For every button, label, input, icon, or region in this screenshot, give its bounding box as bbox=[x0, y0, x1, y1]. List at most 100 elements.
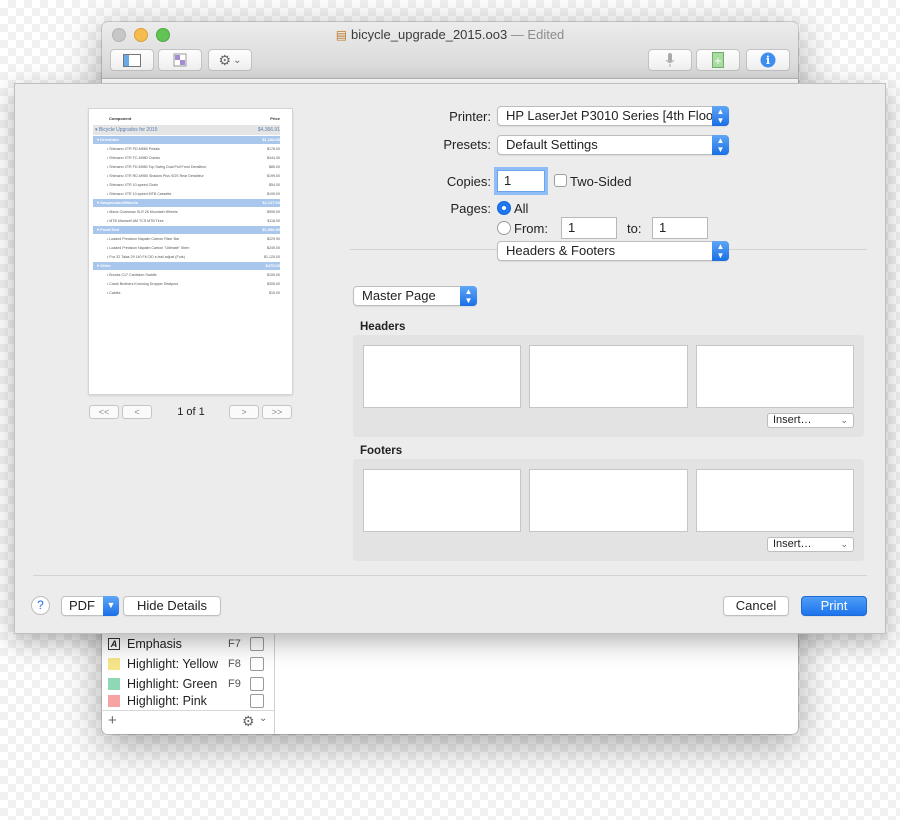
style-shortcut: F9 bbox=[228, 678, 241, 690]
preview-row-text: • Shimano XTR 10-speed Chain bbox=[107, 183, 158, 187]
pages-all-radio[interactable] bbox=[497, 201, 511, 215]
attachment-button[interactable]: + bbox=[696, 49, 740, 71]
preview-category-row: ▾ Suspension/Wheels $1,117.00 bbox=[93, 199, 280, 207]
chevron-down-icon: ▼ bbox=[103, 596, 119, 616]
emphasis-swatch-icon: A bbox=[108, 638, 120, 650]
preview-row-text: • MTB Maxxsell AM TCS MTB Tires bbox=[107, 219, 164, 223]
two-sided-checkbox[interactable] bbox=[554, 174, 567, 187]
svg-text:i: i bbox=[766, 54, 770, 67]
header-right-field[interactable] bbox=[696, 345, 854, 408]
sidebar-toggle-button[interactable] bbox=[110, 49, 154, 71]
preview-pager: << < 1 of 1 > >> bbox=[89, 405, 292, 421]
style-checkbox[interactable] bbox=[250, 657, 264, 671]
style-checkbox[interactable] bbox=[250, 694, 264, 708]
preview-row-text: • Shimano XTR FD-M980 Top Swing Dual Pul… bbox=[107, 165, 207, 169]
pages-to-field[interactable]: 1 bbox=[652, 217, 708, 239]
preview-row-price: $118.00 bbox=[267, 219, 280, 223]
chevron-down-icon: ⌄ bbox=[840, 539, 848, 549]
preview-row-price: $999.00 bbox=[267, 210, 280, 214]
add-style-button[interactable]: + bbox=[108, 712, 117, 729]
style-button[interactable] bbox=[158, 49, 202, 71]
header-left-field[interactable] bbox=[363, 345, 521, 408]
document-icon: ▤ bbox=[335, 28, 348, 42]
style-label: Highlight: Pink bbox=[127, 694, 207, 708]
preview-row-text: • Loaded Precision Napalm Carbon "Ultima… bbox=[107, 246, 190, 250]
section-value: Headers & Footers bbox=[506, 243, 616, 258]
preview-row-text: • Shimano XTR 10-speed MTB Cassette bbox=[107, 192, 172, 196]
pages-all-label: All bbox=[514, 201, 529, 216]
pages-from-label: From: bbox=[514, 221, 548, 236]
gear-icon[interactable]: ⚙ bbox=[242, 713, 255, 730]
hide-details-button[interactable]: Hide Details bbox=[123, 596, 221, 616]
headers-title: Headers bbox=[360, 321, 406, 333]
print-button[interactable]: Print bbox=[801, 596, 867, 616]
preview-item-row: • Brooks C17 Cambium Saddle $155.00 bbox=[93, 271, 280, 279]
help-button[interactable]: ? bbox=[31, 596, 50, 615]
document-content: A Emphasis F7 Highlight: Yellow F8 Highl… bbox=[102, 622, 798, 734]
preview-row-price: $229.90 bbox=[267, 237, 280, 241]
footer-left-field[interactable] bbox=[363, 469, 521, 532]
presets-value: Default Settings bbox=[506, 137, 598, 152]
preview-row-price: $305.00 bbox=[267, 282, 280, 286]
preview-item-row: • Shimano XTR 10-speed Chain $54.00 bbox=[93, 181, 280, 189]
printer-select[interactable]: HP LaserJet P3010 Series [4th Floor] ▲ ▼ bbox=[497, 106, 729, 126]
updown-arrows-icon: ▲ ▼ bbox=[712, 135, 729, 155]
preview-item-row: • Crank Brothers Kronolog Dropper Seatpo… bbox=[93, 280, 280, 288]
last-page-button[interactable]: >> bbox=[262, 405, 292, 419]
presets-select[interactable]: Default Settings ▲ ▼ bbox=[497, 135, 729, 155]
preview-row-price: $1,125.00 bbox=[264, 255, 280, 259]
footer-insert-menu[interactable]: Insert… ⌄ bbox=[767, 537, 854, 552]
green-swatch-icon bbox=[108, 678, 120, 690]
pages-range-radio[interactable] bbox=[497, 221, 511, 235]
pdf-menu-button[interactable]: PDF ▼ bbox=[61, 596, 119, 616]
preview-row-text: ▾ Bicycle Upgrades for 2015 bbox=[95, 127, 158, 133]
svg-text:+: + bbox=[714, 56, 722, 67]
preview-row-price: $249.00 bbox=[267, 246, 280, 250]
style-item-highlight-pink[interactable]: Highlight: Pink bbox=[108, 694, 268, 708]
style-icon bbox=[173, 53, 187, 67]
preview-row-price: $155.00 bbox=[267, 273, 280, 277]
master-page-value: Master Page bbox=[362, 288, 436, 303]
style-checkbox[interactable] bbox=[250, 637, 264, 651]
title-bar: ▤ bicycle_upgrade_2015.oo3 — Edited ⚙ ⌄ + … bbox=[102, 22, 798, 79]
chevron-down-icon: ⌄ bbox=[259, 713, 268, 724]
chevron-down-icon: ⌄ bbox=[233, 54, 242, 66]
cancel-button[interactable]: Cancel bbox=[723, 596, 789, 616]
preview-row-price: $199.00 bbox=[267, 174, 280, 178]
footer-right-field[interactable] bbox=[696, 469, 854, 532]
header-center-field[interactable] bbox=[529, 345, 688, 408]
pages-from-field[interactable]: 1 bbox=[561, 217, 617, 239]
preview-item-row: • Shimano XTR 10-speed MTB Cassette $199.… bbox=[93, 190, 280, 198]
preview-item-row: • MTB Maxxsell AM TCS MTB Tires $118.00 bbox=[93, 217, 280, 225]
first-page-button[interactable]: << bbox=[89, 405, 119, 419]
style-item-highlight-yellow[interactable]: Highlight: Yellow F8 bbox=[108, 654, 268, 674]
style-item-highlight-green[interactable]: Highlight: Green F9 bbox=[108, 674, 268, 694]
preview-row-text: • Cables bbox=[107, 291, 121, 295]
style-item-emphasis[interactable]: A Emphasis F7 bbox=[108, 634, 268, 654]
preview-row-text: • Shimano XTR PD-M980 Pedals bbox=[107, 147, 160, 151]
header-insert-menu[interactable]: Insert… ⌄ bbox=[767, 413, 854, 428]
preview-header: Component Price bbox=[93, 115, 280, 123]
style-label: Highlight: Yellow bbox=[127, 657, 219, 671]
yellow-swatch-icon bbox=[108, 658, 120, 670]
gear-icon: ⚙ bbox=[218, 51, 232, 68]
footer-center-field[interactable] bbox=[529, 469, 688, 532]
preview-category-row: ▾ Front End $1,596.90 bbox=[93, 226, 280, 234]
preview-row-price: $15.00 bbox=[269, 291, 280, 295]
microphone-button[interactable] bbox=[648, 49, 692, 71]
style-label: Highlight: Green bbox=[127, 677, 218, 691]
sidebar-icon bbox=[123, 53, 141, 67]
preview-item-row: • Fox 32 Talas 29 140 Fit CtD e-trail ad… bbox=[93, 253, 280, 261]
master-page-select[interactable]: Master Page ▲ ▼ bbox=[353, 286, 477, 306]
inspector-button[interactable]: i bbox=[746, 49, 790, 71]
previous-page-button[interactable]: < bbox=[122, 405, 152, 419]
print-section-select[interactable]: Headers & Footers ▲ ▼ bbox=[497, 241, 729, 261]
next-page-button[interactable]: > bbox=[229, 405, 259, 419]
action-menu-button[interactable]: ⚙ ⌄ bbox=[208, 49, 252, 71]
preview-item-row: • Shimano XTR RD-M980 Shadow Plus SGS Re… bbox=[93, 172, 280, 180]
window-title-text: bicycle_upgrade_2015.oo3 bbox=[351, 27, 508, 42]
copies-field[interactable]: 1 bbox=[497, 170, 545, 192]
footer-divider bbox=[33, 575, 867, 576]
style-checkbox[interactable] bbox=[250, 677, 264, 691]
updown-arrows-icon: ▲ ▼ bbox=[712, 241, 729, 261]
